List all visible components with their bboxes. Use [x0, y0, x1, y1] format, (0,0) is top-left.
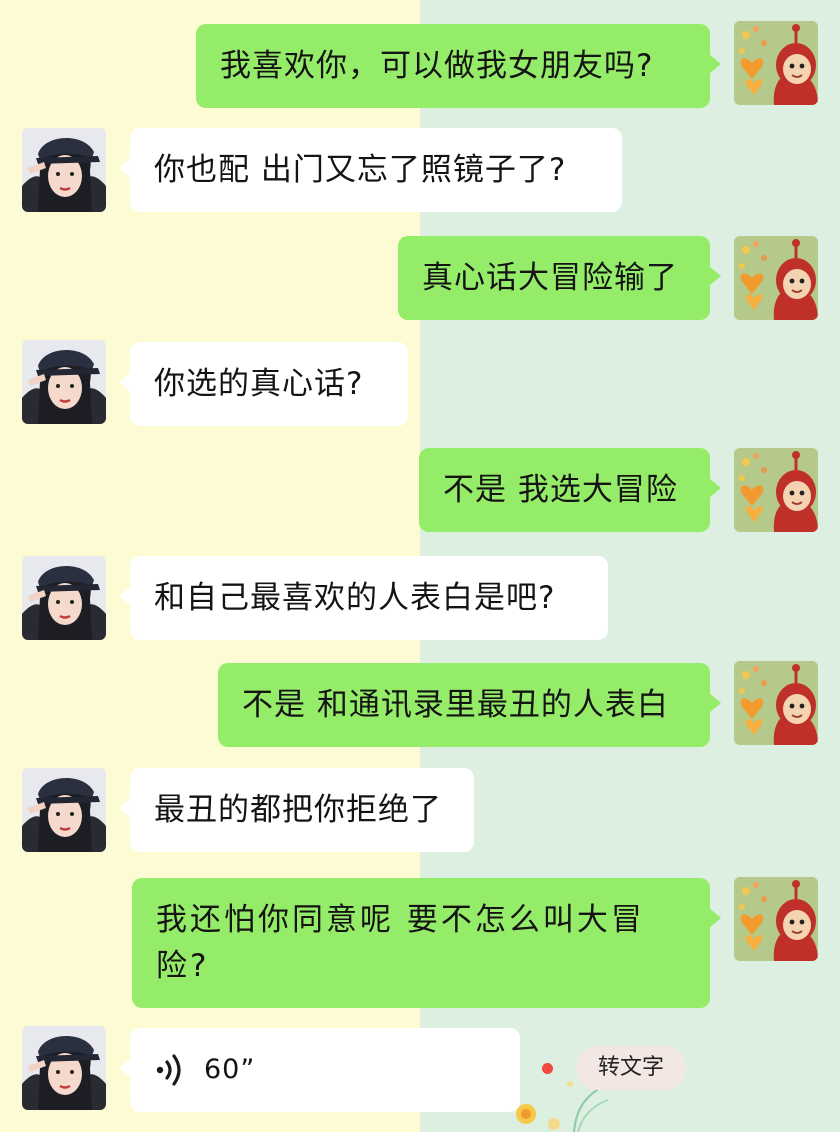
chat-bubble-incoming[interactable]: 和自己最喜欢的人表白是吧?	[119, 556, 608, 640]
chat-bubble-incoming[interactable]: 你也配 出门又忘了照镜子了?	[119, 128, 622, 212]
chat-bubble-outgoing[interactable]: 我喜欢你，可以做我女朋友吗?	[196, 24, 721, 108]
contact-avatar[interactable]	[22, 1026, 106, 1110]
chat-bubble-outgoing[interactable]: 不是 和通讯录里最丑的人表白	[218, 663, 721, 747]
contact-avatar[interactable]	[22, 128, 106, 212]
teletubby-avatar-icon	[734, 236, 818, 320]
teletubby-avatar-icon	[734, 877, 818, 961]
transcribe-button[interactable]: 转文字	[576, 1046, 686, 1090]
chat-bubble-outgoing[interactable]: 真心话大冒险输了	[398, 236, 721, 320]
girl-avatar-icon	[22, 128, 106, 212]
teletubby-avatar-icon	[734, 661, 818, 745]
contact-avatar[interactable]	[22, 340, 106, 424]
chat-bubble-outgoing[interactable]: 我还怕你同意呢 要不怎么叫大冒险?	[132, 878, 721, 1008]
voice-wave-icon	[154, 1052, 190, 1088]
voice-duration: 60”	[204, 1054, 256, 1085]
girl-avatar-icon	[22, 768, 106, 852]
chat-bubble-outgoing[interactable]: 不是 我选大冒险	[419, 448, 721, 532]
chat-bubble-incoming[interactable]: 最丑的都把你拒绝了	[119, 768, 474, 852]
my-avatar[interactable]	[734, 877, 818, 961]
teletubby-avatar-icon	[734, 21, 818, 105]
contact-avatar[interactable]	[22, 768, 106, 852]
my-avatar[interactable]	[734, 21, 818, 105]
girl-avatar-icon	[22, 556, 106, 640]
contact-avatar[interactable]	[22, 556, 106, 640]
teletubby-avatar-icon	[734, 448, 818, 532]
voice-message-bubble[interactable]: 60”	[119, 1028, 520, 1112]
chat-bubble-incoming[interactable]: 你选的真心话?	[119, 342, 408, 426]
girl-avatar-icon	[22, 340, 106, 424]
my-avatar[interactable]	[734, 448, 818, 532]
girl-avatar-icon	[22, 1026, 106, 1110]
chat-area[interactable]: 我喜欢你，可以做我女朋友吗? 你也配 出门又忘了照镜子了? 真心话大冒险输了 你…	[0, 0, 840, 1132]
my-avatar[interactable]	[734, 661, 818, 745]
my-avatar[interactable]	[734, 236, 818, 320]
